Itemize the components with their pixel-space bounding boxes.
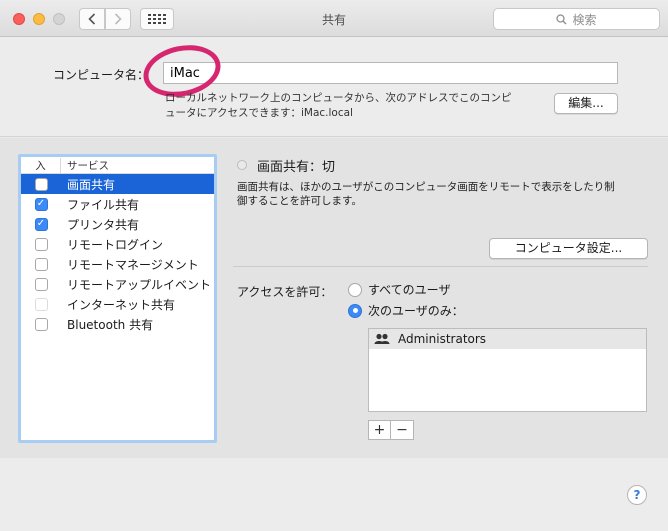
radio-only-users[interactable]: 次のユーザのみ： (348, 302, 464, 319)
radio-only-users-control[interactable] (348, 303, 362, 318)
service-description-line-1: 画面共有は、ほかのユーザがこのコンピュータ画面をリモートで表示をしたり制 (237, 181, 615, 193)
add-remove-buttons: + − (368, 420, 414, 440)
service-list[interactable]: 入 サービス 画面共有 ✓ ファイル共有 ✓ プリンタ共有リモートログインリモートマネー… (18, 154, 217, 443)
user-group-icon (374, 333, 390, 344)
service-description-line-2: 御することを許可します。 (237, 195, 362, 207)
service-checkbox[interactable] (34, 237, 48, 251)
service-label: リモートログイン (67, 237, 164, 252)
service-checkbox[interactable] (34, 257, 48, 271)
service-row[interactable]: ✓ プリンタ共有 (21, 214, 214, 234)
sharing-panel: 入 サービス 画面共有 ✓ ファイル共有 ✓ プリンタ共有リモートログインリモートマネー… (0, 138, 668, 458)
divider (233, 266, 648, 267)
edit-button[interactable]: 編集... (554, 93, 618, 114)
service-label: 画面共有 (67, 177, 116, 192)
service-label: Bluetooth 共有 (67, 317, 154, 332)
service-checkbox-cell: ✓ (21, 217, 61, 231)
service-row[interactable]: ✓ ファイル共有 (21, 194, 214, 214)
window-titlebar: 共有 検索 (0, 0, 668, 37)
service-checkbox[interactable] (34, 277, 48, 291)
service-checkbox-cell (21, 257, 61, 271)
service-row[interactable]: 画面共有 (21, 174, 214, 194)
service-label: リモートマネージメント (67, 257, 199, 272)
radio-all-users[interactable]: すべてのユーザ (348, 281, 450, 298)
service-checkbox-cell (21, 297, 61, 311)
service-checkbox-cell (21, 237, 61, 251)
service-row[interactable]: Bluetooth 共有 (21, 314, 214, 334)
service-checkbox-cell: ✓ (21, 197, 61, 211)
access-label: アクセスを許可： (237, 285, 333, 299)
service-label: プリンタ共有 (67, 217, 140, 232)
service-status: 画面共有：切 (257, 160, 336, 175)
service-checkbox[interactable] (34, 177, 48, 191)
computer-name-section: コンピュータ名： ローカルネットワーク上のコンピュータから、次のアドレスでこのコ… (0, 37, 668, 137)
list-item[interactable]: Administrators (369, 329, 646, 349)
service-label: インターネット共有 (67, 297, 176, 312)
column-header-on: 入 (21, 157, 61, 173)
search-placeholder: 検索 (572, 12, 597, 27)
service-label: リモートアップルイベント (67, 277, 212, 292)
service-checkbox-cell (21, 277, 61, 291)
radio-all-users-label: すべてのユーザ (368, 283, 451, 297)
search-field[interactable]: 検索 (493, 8, 660, 30)
service-checkbox[interactable]: ✓ (34, 217, 48, 231)
search-icon (556, 13, 567, 24)
service-checkbox[interactable] (34, 317, 48, 331)
service-checkbox[interactable]: ✓ (34, 197, 48, 211)
computer-address-description: ローカルネットワーク上のコンピュータから、次のアドレスでこのコンピ ュータにアク… (165, 91, 545, 121)
add-user-button[interactable]: + (368, 420, 391, 440)
computer-name-label: コンピュータ名： (53, 68, 150, 82)
service-checkbox-cell (21, 317, 61, 331)
service-label: ファイル共有 (67, 197, 140, 212)
service-row[interactable]: インターネット共有 (21, 294, 214, 314)
service-row[interactable]: リモートマネージメント (21, 254, 214, 274)
service-description: 画面共有は、ほかのユーザがこのコンピュータ画面をリモートで表示をしたり制 御する… (237, 180, 657, 208)
computer-name-input[interactable] (163, 62, 618, 84)
help-button[interactable]: ? (627, 485, 647, 505)
user-group-label: Administrators (398, 332, 487, 346)
service-checkbox (34, 297, 48, 311)
service-checkbox-cell (21, 177, 61, 191)
column-header-service: サービス (67, 159, 109, 172)
service-list-header: 入 サービス (21, 157, 214, 174)
status-indicator-icon (237, 160, 247, 170)
computer-address-line-2: ュータにアクセスできます：iMac.local (165, 107, 353, 119)
radio-only-users-label: 次のユーザのみ： (368, 304, 464, 318)
computer-address-line-1: ローカルネットワーク上のコンピュータから、次のアドレスでこのコンピ (165, 92, 512, 104)
allowed-users-list[interactable]: Administrators (368, 328, 647, 412)
service-rows: 画面共有 ✓ ファイル共有 ✓ プリンタ共有リモートログインリモートマネージメント リモー… (21, 174, 214, 334)
service-row[interactable]: リモートログイン (21, 234, 214, 254)
service-row[interactable]: リモートアップルイベント (21, 274, 214, 294)
computer-settings-button[interactable]: コンピュータ設定... (489, 238, 648, 259)
radio-all-users-control[interactable] (348, 282, 362, 297)
remove-user-button[interactable]: − (391, 420, 414, 440)
